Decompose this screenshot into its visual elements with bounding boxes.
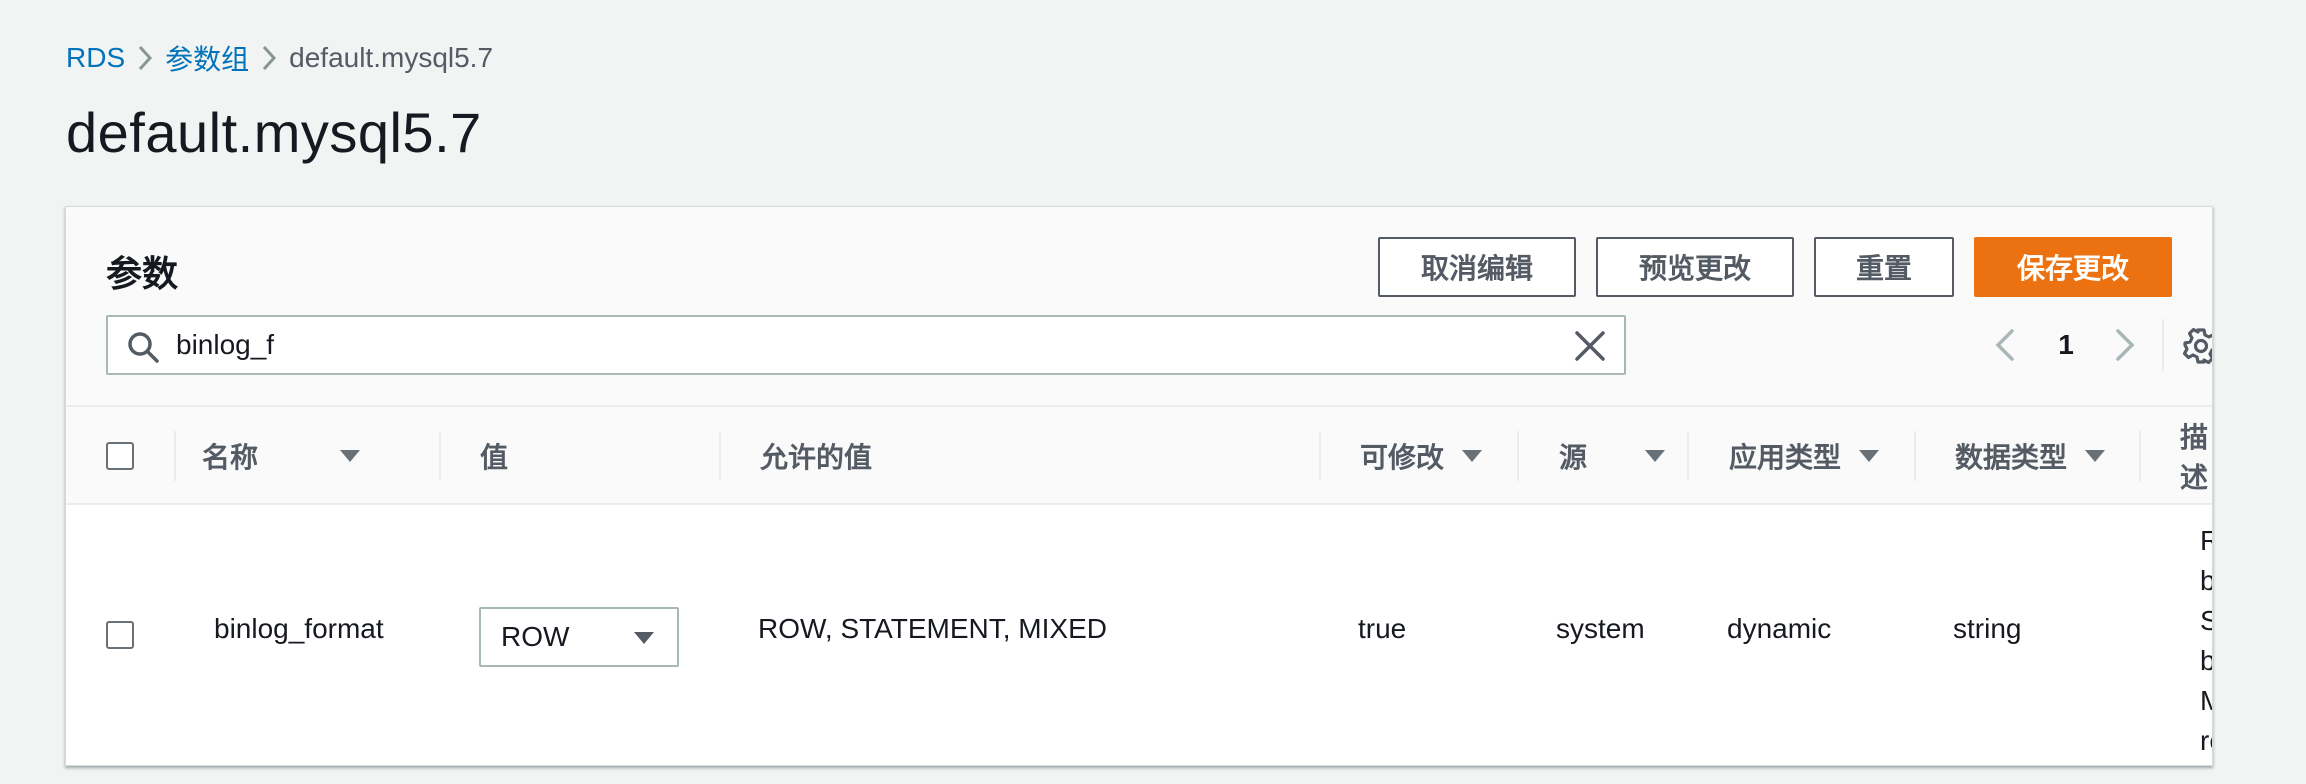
chevron-right-icon xyxy=(249,45,289,71)
parameters-panel: 参数 取消编辑 预览更改 重置 保存更改 1 xyxy=(65,206,2213,766)
row-select-checkbox[interactable] xyxy=(106,621,134,649)
description-line: based or xyxy=(2200,641,2212,681)
select-all-checkbox[interactable] xyxy=(106,442,134,470)
column-header-label: 数据类型 xyxy=(1955,442,2068,473)
breadcrumb: RDS 参数组 default.mysql5.7 xyxy=(66,38,493,78)
column-header-label: 应用类型 xyxy=(1729,442,1842,473)
cell-source: system xyxy=(1556,613,1645,644)
column-divider xyxy=(1319,431,1321,481)
close-icon[interactable] xyxy=(1574,330,1606,362)
column-header-modifiable[interactable]: 可修改 xyxy=(1360,407,1484,505)
column-divider xyxy=(2139,431,2141,481)
value-select-label: ROW xyxy=(501,621,570,652)
column-header-data-type[interactable]: 数据类型 xyxy=(1955,407,2107,505)
sort-caret-icon xyxy=(1859,450,1880,462)
column-header-allowed: 允许的值 xyxy=(760,407,872,505)
cell-allowed-values: ROW, STATEMENT, MIXED xyxy=(758,613,1107,644)
panel-header: 参数 取消编辑 预览更改 重置 保存更改 1 xyxy=(66,207,2212,407)
pagination-current-page[interactable]: 1 xyxy=(2046,323,2086,367)
cell-modifiable: true xyxy=(1358,613,1407,644)
column-divider xyxy=(1914,431,1916,481)
preview-changes-button[interactable]: 预览更改 xyxy=(1596,237,1794,297)
divider xyxy=(2162,319,2164,371)
column-divider xyxy=(439,431,441,481)
breadcrumb-rds-link[interactable]: RDS xyxy=(66,42,125,74)
column-divider xyxy=(719,431,721,481)
cell-data-type: string xyxy=(1953,613,2022,644)
column-header-label: 可修改 xyxy=(1360,442,1445,473)
description-line: Statement- xyxy=(2200,601,2212,641)
column-header-label: 值 xyxy=(480,442,509,473)
column-header-label: 名称 xyxy=(202,442,259,473)
cell-description: Row- based, Statement- based or Mixed re… xyxy=(2200,521,2212,761)
description-line: Row- xyxy=(2200,521,2212,561)
page-title: default.mysql5.7 xyxy=(66,101,482,164)
breadcrumb-current: default.mysql5.7 xyxy=(289,42,494,73)
cell-name: binlog_format xyxy=(214,613,384,644)
save-changes-button[interactable]: 保存更改 xyxy=(1974,237,2172,297)
cell-apply-type: dynamic xyxy=(1727,613,1832,644)
description-line: Mixed xyxy=(2200,681,2212,721)
column-divider xyxy=(1517,431,1519,481)
column-header-name[interactable]: 名称 xyxy=(202,407,362,505)
search-icon xyxy=(128,332,159,363)
column-divider xyxy=(174,431,176,481)
column-header-value: 值 xyxy=(480,407,508,505)
column-header-description: 描述 xyxy=(2180,407,2212,505)
column-header-label: 源 xyxy=(1559,442,1588,473)
sort-caret-icon xyxy=(1645,450,1665,462)
column-header-label: 允许的值 xyxy=(760,442,873,473)
column-divider xyxy=(1687,431,1689,481)
value-select[interactable]: ROW xyxy=(479,607,679,667)
chevron-right-icon[interactable] xyxy=(2104,325,2144,365)
gear-icon[interactable] xyxy=(2182,327,2213,365)
description-line: replication xyxy=(2200,725,2212,756)
chevron-right-icon xyxy=(125,45,165,71)
search-box xyxy=(106,315,1626,375)
chevron-left-icon[interactable] xyxy=(1986,325,2026,365)
table-header: 名称 值 允许的值 可修改 源 应用类型 数据类型 描述 xyxy=(66,407,2212,505)
cancel-edit-button[interactable]: 取消编辑 xyxy=(1378,237,1576,297)
column-header-source[interactable]: 源 xyxy=(1559,407,1667,505)
sort-caret-icon xyxy=(340,450,360,462)
breadcrumb-parameter-groups-link[interactable]: 参数组 xyxy=(165,38,249,78)
column-header-label: 描述 xyxy=(2180,422,2209,493)
caret-down-icon xyxy=(634,632,654,644)
search-input[interactable] xyxy=(176,323,1536,367)
column-header-apply-type[interactable]: 应用类型 xyxy=(1729,407,1881,505)
reset-button[interactable]: 重置 xyxy=(1814,237,1954,297)
section-title: 参数 xyxy=(106,253,179,294)
sort-caret-icon xyxy=(1462,450,1483,462)
description-line: based, xyxy=(2200,561,2212,601)
sort-caret-icon xyxy=(2085,450,2106,462)
